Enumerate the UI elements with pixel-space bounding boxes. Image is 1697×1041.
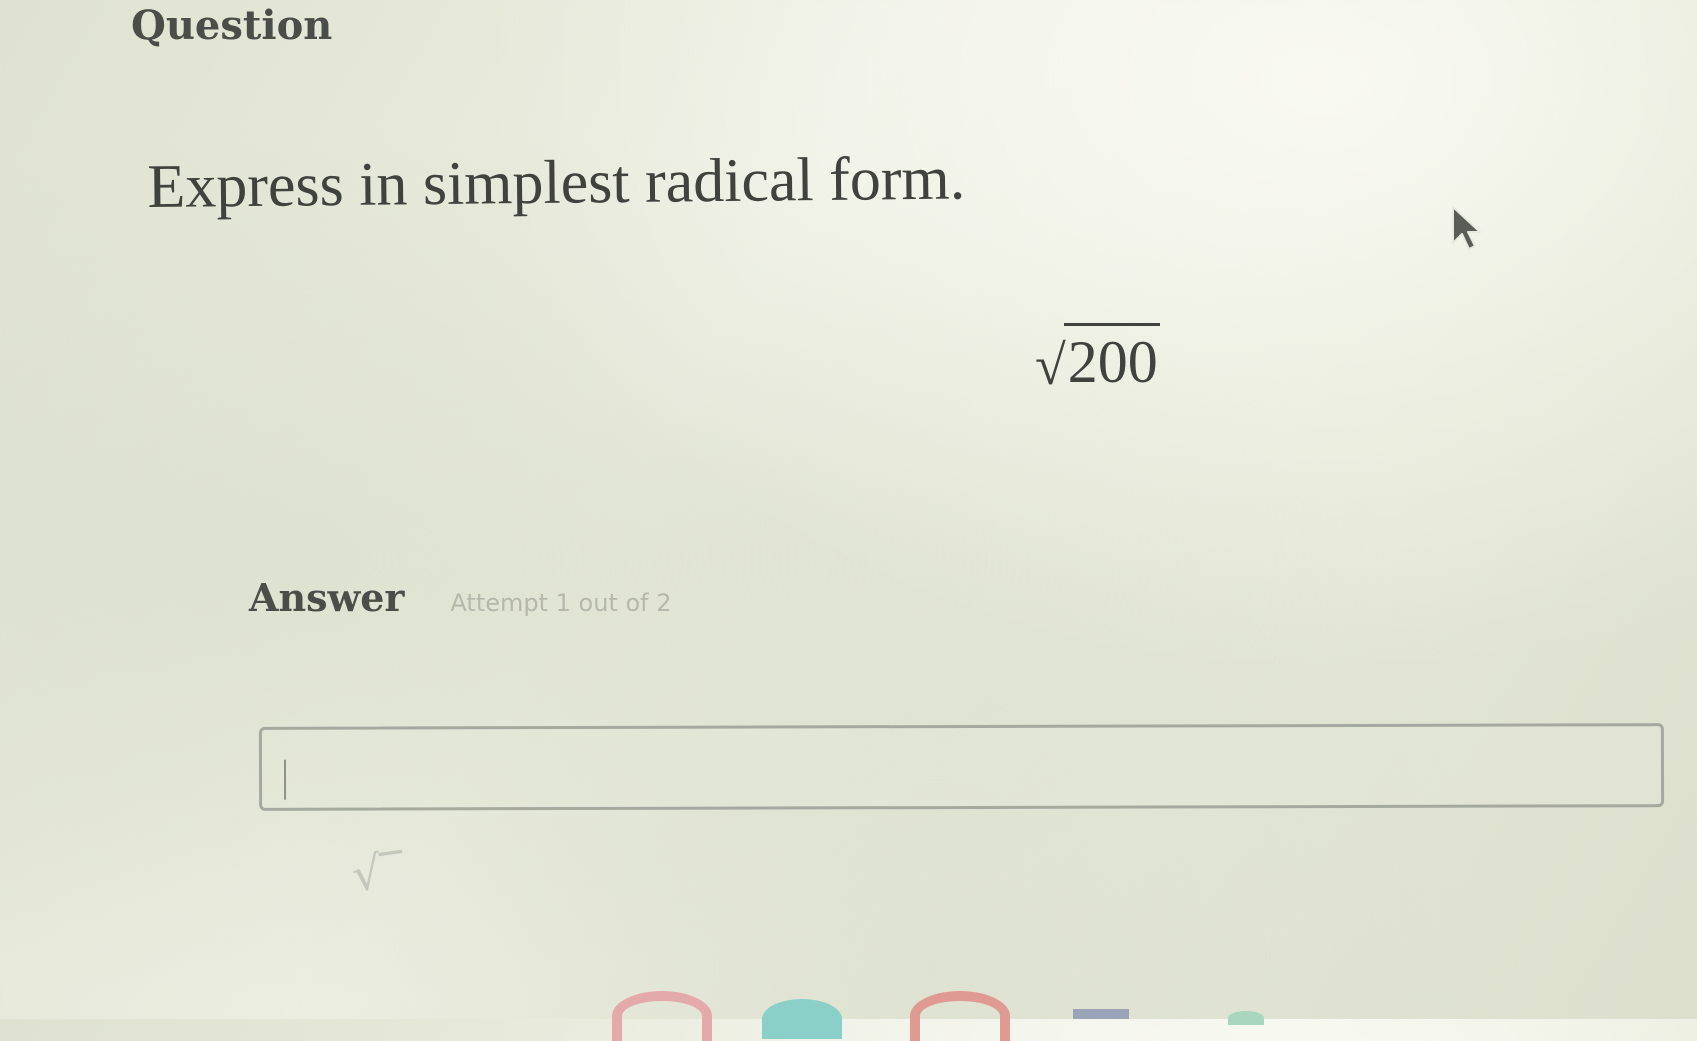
attempt-counter: Attempt 1 out of 2 [450,589,672,617]
sqrt-tool-button[interactable]: √‾ [348,842,407,903]
pink-arc-decoration [612,991,712,1041]
mouse-pointer-icon [1452,206,1481,250]
math-expression: √ 200 [1035,312,1160,397]
teal-arc-decoration [762,999,842,1039]
answer-header: Answer Attempt 1 out of 2 [249,575,672,620]
text-caret [283,759,287,800]
radicand: 200 [1063,323,1160,392]
red-arc-decoration [910,991,1010,1041]
answer-label: Answer [249,575,405,620]
radical-sign: √ [1035,335,1066,397]
blue-bar-decoration [1073,1009,1129,1019]
section-title: Question [131,2,333,49]
answer-input[interactable] [258,723,1665,811]
question-screen: Question Express in simplest radical for… [0,0,1697,1041]
question-prompt: Express in simplest radical form. [147,144,966,221]
green-arc-decoration [1228,1011,1264,1025]
